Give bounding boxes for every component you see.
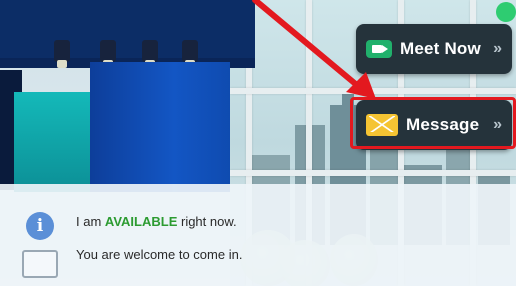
booth-wall-teal [14,92,94,192]
window-frame [230,88,516,94]
office-booth [0,0,255,192]
highlight-box [350,97,516,149]
ceiling-light [142,40,158,68]
ceiling-light [100,40,116,68]
availability-prefix: I am [76,214,105,229]
meet-now-label: Meet Now [400,39,481,58]
info-panel [0,184,516,286]
ceiling-light [182,40,198,68]
laptop-icon [22,250,58,278]
meet-now-button[interactable]: Meet Now » [356,24,512,74]
double-chevron-right-icon: » [493,40,502,57]
booth-roof [0,0,255,62]
availability-status: AVAILABLE [104,214,178,229]
ceiling-light [54,40,70,68]
window-frame [230,170,516,176]
welcome-text: You are welcome to come in. [76,247,243,262]
availability-text: I am AVAILABLE right now. [76,214,237,229]
virtual-office-scene: Meet Now » Message » i I am AVAILABLE ri… [0,0,516,286]
booth-wall-blue [90,62,230,192]
video-camera-icon [366,40,392,58]
presence-indicator [496,2,516,22]
info-icon: i [26,212,54,240]
availability-suffix: right now. [177,214,237,229]
